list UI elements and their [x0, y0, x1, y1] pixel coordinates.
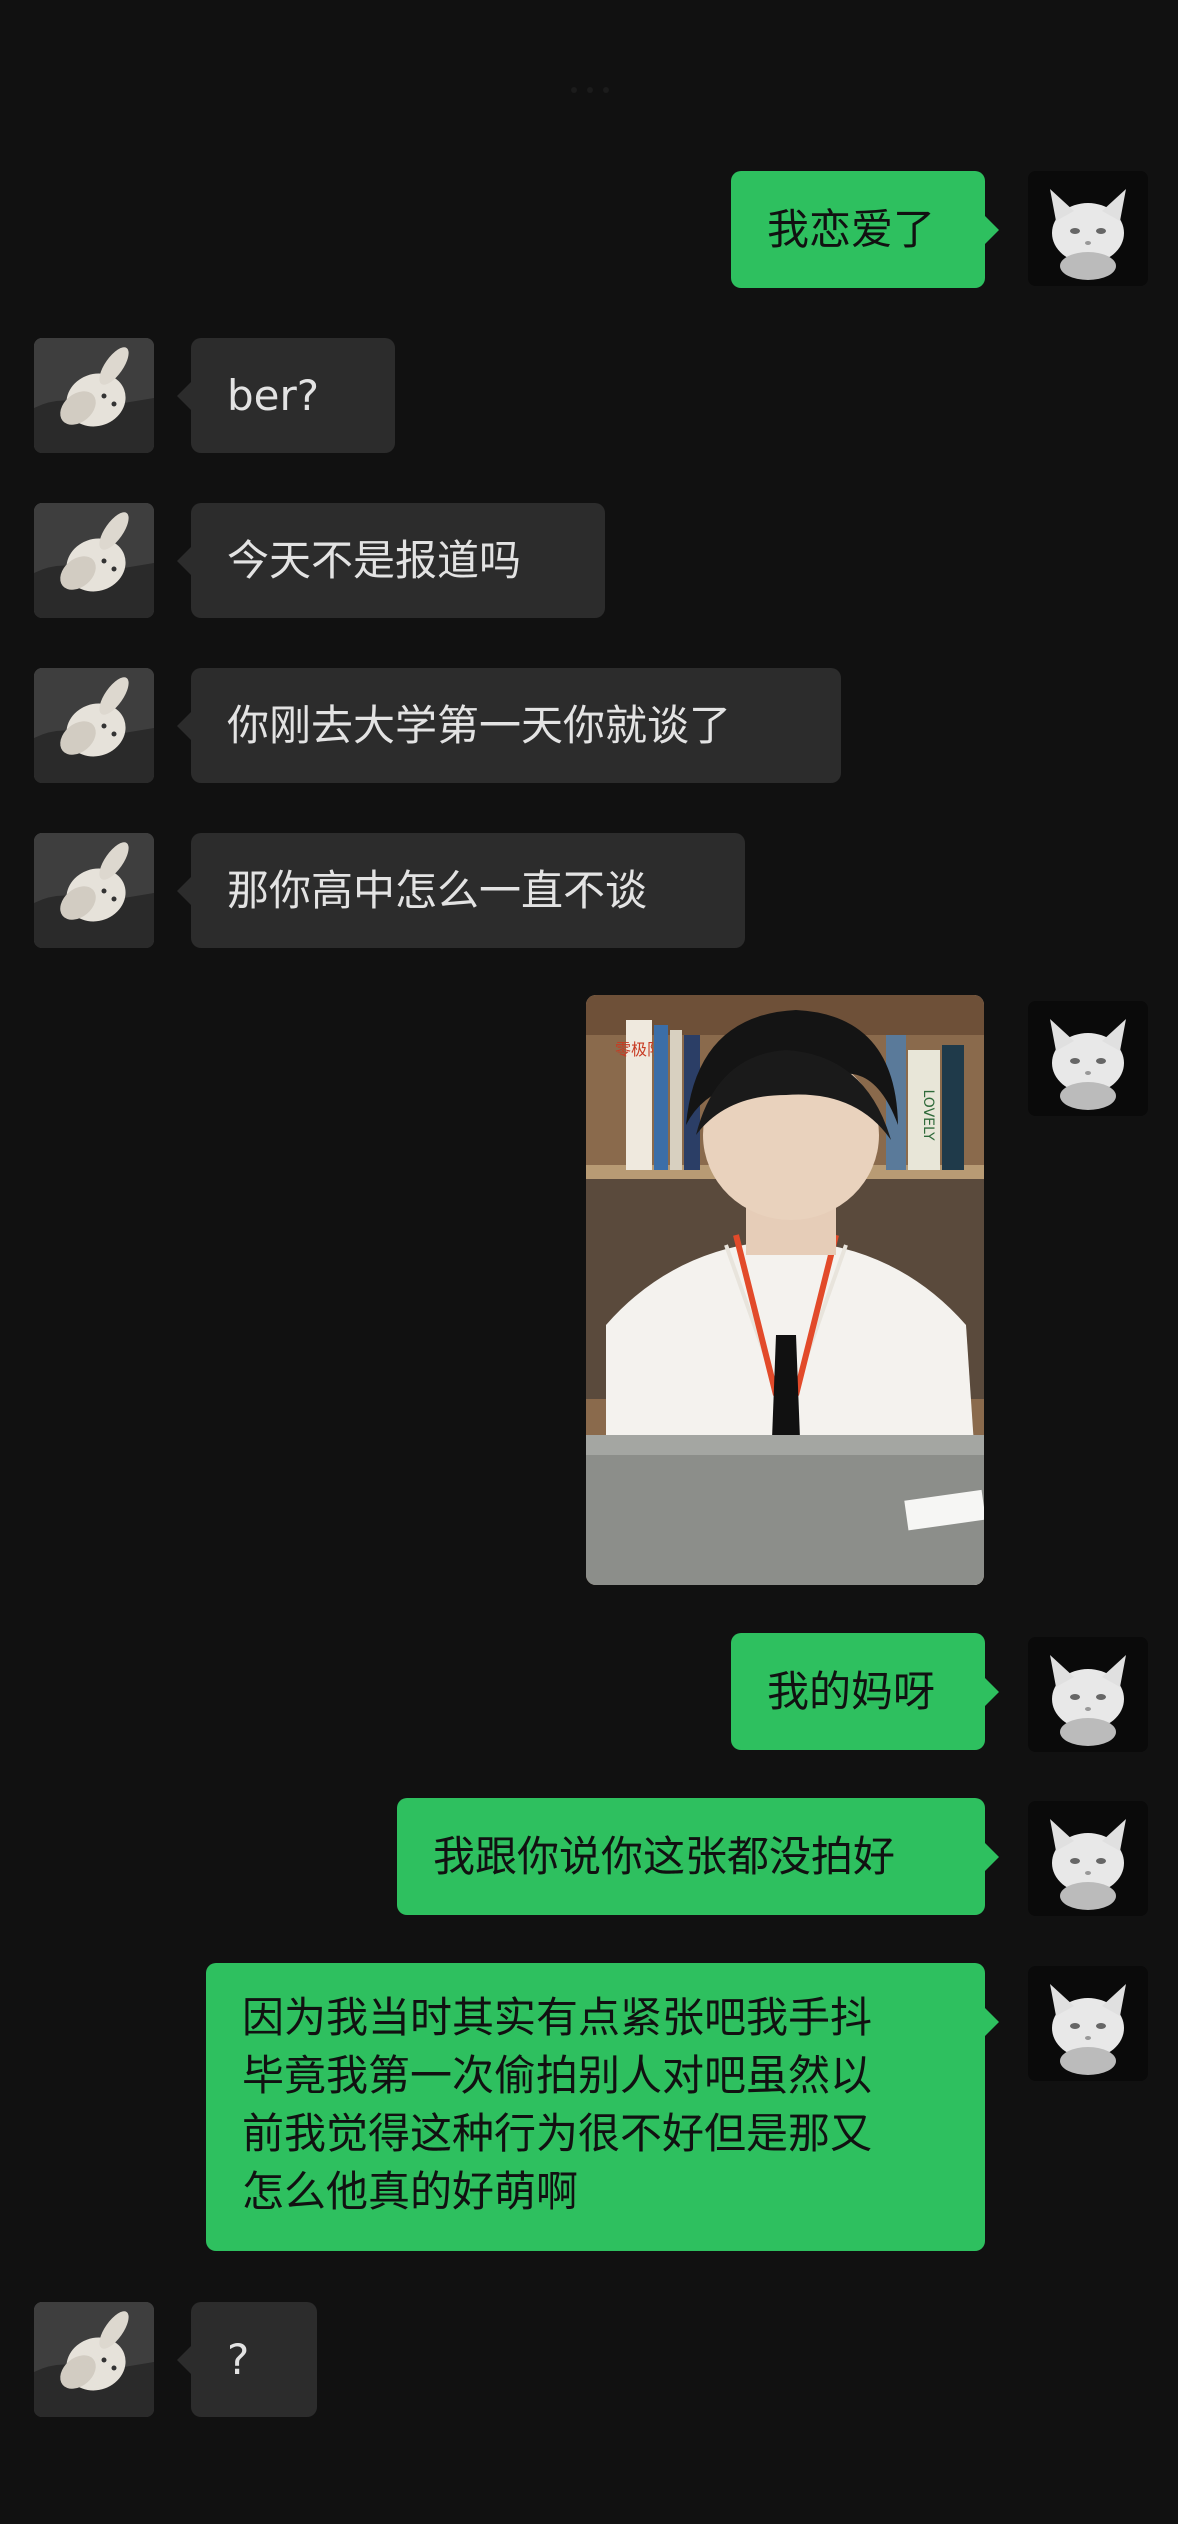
message-bubble-outgoing[interactable]: 我跟你说你这张都没拍好 [397, 1798, 985, 1915]
white-cat-avatar-icon [1028, 171, 1148, 286]
contact-avatar[interactable] [34, 668, 154, 783]
message-bubble-incoming[interactable]: 今天不是报道吗 [191, 503, 605, 618]
self-avatar[interactable] [1028, 1637, 1148, 1752]
contact-avatar[interactable] [34, 503, 154, 618]
self-avatar[interactable] [1028, 1801, 1148, 1916]
message-bubble-incoming[interactable]: 那你高中怎么一直不谈 [191, 833, 745, 948]
white-cat-avatar-icon [1028, 1001, 1148, 1116]
self-avatar[interactable] [1028, 171, 1148, 286]
contact-avatar[interactable] [34, 338, 154, 453]
message-text: ber? [227, 370, 320, 420]
message-text: 我跟你说你这张都没拍好 [433, 1831, 896, 1881]
book-title-2: LOVELY [920, 1090, 936, 1141]
message-text: 今天不是报道吗 [227, 535, 522, 585]
message-bubble-outgoing[interactable]: 因为我当时其实有点紧张吧我手抖 毕竟我第一次偷拍别人对吧虽然以 前我觉得这种行为… [206, 1963, 999, 2251]
plush-bunny-avatar-icon [34, 503, 154, 618]
message-text: 你刚去大学第一天你就谈了 [227, 700, 732, 750]
white-cat-avatar-icon [1028, 1801, 1148, 1916]
contact-avatar[interactable] [34, 833, 154, 948]
message-image-outgoing[interactable]: 零极限 LOVELY [586, 995, 984, 1585]
message-text: ? [227, 2334, 250, 2384]
message-bubble-outgoing[interactable]: 我恋爱了 [731, 171, 985, 288]
message-bubble-outgoing[interactable]: 我的妈呀 [731, 1633, 985, 1750]
contact-avatar[interactable] [34, 2302, 154, 2417]
message-bubble-incoming[interactable]: 你刚去大学第一天你就谈了 [191, 668, 841, 783]
message-text: 我的妈呀 [767, 1666, 936, 1716]
white-cat-avatar-icon [1028, 1966, 1148, 2081]
white-cat-avatar-icon [1028, 1637, 1148, 1752]
plush-bunny-avatar-icon [34, 2302, 154, 2417]
message-text: 那你高中怎么一直不谈 [227, 865, 648, 915]
message-bubble-incoming[interactable]: ber? [191, 338, 395, 453]
photo-boy-at-desk-image: 零极限 LOVELY [586, 995, 984, 1585]
message-text: 我恋爱了 [767, 204, 936, 254]
chat-view: 我恋爱了 ber? 今天不是报道吗 你刚去大学第一天你就谈了 那你高中怎么一直不… [0, 0, 1178, 2524]
plush-bunny-avatar-icon [34, 338, 154, 453]
self-avatar[interactable] [1028, 1966, 1148, 2081]
plush-bunny-avatar-icon [34, 668, 154, 783]
plush-bunny-avatar-icon [34, 833, 154, 948]
message-text: 因为我当时其实有点紧张吧我手抖 毕竟我第一次偷拍别人对吧虽然以 前我觉得这种行为… [242, 1993, 873, 2216]
message-bubble-incoming[interactable]: ? [191, 2302, 317, 2417]
typing-indicator [560, 80, 620, 100]
self-avatar[interactable] [1028, 1001, 1148, 1116]
